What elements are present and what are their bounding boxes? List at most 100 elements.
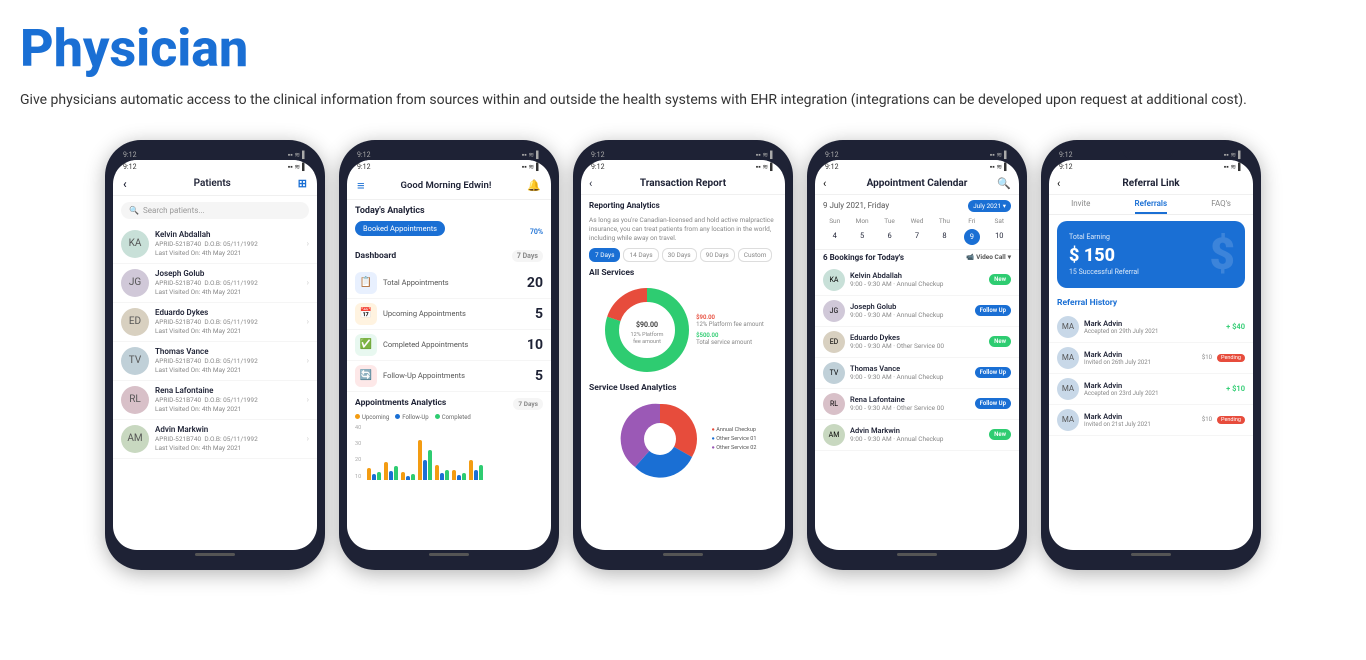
ref-tab-faqs[interactable]: FAQ's	[1211, 199, 1231, 214]
menu-icon-2[interactable]: ≡	[357, 178, 365, 194]
patient-item-2[interactable]: ED Eduardo Dykes APRID-521B740 D.O.B: 05…	[113, 303, 317, 342]
cal-day-10[interactable]: 10	[986, 229, 1013, 245]
patient-details-0: APRID-521B740 D.O.B: 05/11/1992	[155, 240, 301, 248]
referral-item-1[interactable]: MA Mark Advin Invited on 26th July 2021 …	[1049, 343, 1253, 374]
dashboard-text: Dashboard	[355, 251, 396, 261]
pie-legend: ● Annual Checkup ● Other Service 01 ● Ot…	[712, 427, 757, 451]
transaction-title: Transaction Report	[640, 178, 726, 189]
filter-14days[interactable]: 14 Days	[623, 248, 658, 262]
bar-followup-3	[423, 460, 427, 480]
screen-transaction: 9:12 ▪▪ ≋ ▌ ‹ Transaction Report Reporti…	[581, 160, 785, 550]
pie-legend-other2: ● Other Service 02	[712, 445, 757, 451]
day-wed: Wed	[903, 217, 930, 225]
booked-tab[interactable]: Booked Appointments	[355, 221, 445, 236]
patient-details-2: APRID-521B740 D.O.B: 05/11/1992	[155, 318, 301, 326]
avatar-5: AM	[121, 425, 149, 453]
phone-transaction: 9:12 ▪▪ ≋ ▌ 9:12 ▪▪ ≋ ▌ ‹ Transaction Re…	[573, 140, 793, 570]
referral-subtitle: 15 Successful Referral	[1069, 268, 1139, 276]
ref-tab-invite[interactable]: Invite	[1071, 199, 1090, 214]
cal-month-btn[interactable]: July 2021 ▾	[968, 200, 1011, 212]
appt-analytics-title: Appointments Analytics 7 Days	[355, 398, 543, 410]
dollar-bg-icon: $	[1209, 228, 1235, 280]
referral-item-0[interactable]: MA Mark Advin Accepted on 29th July 2021…	[1049, 312, 1253, 343]
booking-item-5[interactable]: AM Advin Markwin 9:00 - 9:30 AM · Annual…	[815, 420, 1019, 451]
referral-item-3[interactable]: MA Mark Advin Invited on 21st July 2021 …	[1049, 405, 1253, 436]
back-icon-4[interactable]: ‹	[823, 177, 826, 190]
patient-item-5[interactable]: AM Advin Markwin APRID-521B740 D.O.B: 05…	[113, 420, 317, 459]
status-time-2: 9:12	[357, 151, 371, 159]
cal-day-6[interactable]: 6	[876, 229, 903, 245]
cal-days-header: Sun Mon Tue Wed Thu Fri Sat	[815, 215, 1019, 227]
patient-item-4[interactable]: RL Rena Lafontaine APRID-521B740 D.O.B: …	[113, 381, 317, 420]
ref-amount-0: + $40	[1226, 322, 1245, 331]
day-mon: Mon	[848, 217, 875, 225]
phone-notch-4	[889, 151, 939, 159]
signal-3: ▪▪ ≋ ▌	[756, 151, 775, 159]
booking-item-4[interactable]: RL Rena Lafontaine 9:00 - 9:30 AM · Othe…	[815, 389, 1019, 420]
bar-followup-2	[406, 476, 410, 480]
booking-name-5: Advin Markwin	[850, 426, 984, 435]
filter-tabs: 7 Days 14 Days 30 Days 90 Days Custom	[581, 248, 785, 268]
booking-item-2[interactable]: ED Eduardo Dykes 9:00 - 9:30 AM · Other …	[815, 327, 1019, 358]
search-icon-4[interactable]: 🔍	[997, 177, 1011, 190]
back-icon-1[interactable]: ‹	[123, 177, 127, 191]
cal-day-7[interactable]: 7	[903, 229, 930, 245]
patient-info-5: Advin Markwin APRID-521B740 D.O.B: 05/11…	[155, 425, 301, 452]
ref-name-3: Mark Advin	[1084, 412, 1197, 421]
analytics-section: Today's Analytics Booked Appointments 70…	[347, 200, 551, 250]
patients-header: ‹ Patients ⊞	[113, 173, 317, 196]
screen-patients: 9:12 ▪▪ ≋ ▌ ‹ Patients ⊞ 🔍 Search patien…	[113, 160, 317, 550]
ref-name-0: Mark Advin	[1084, 319, 1221, 328]
patient-item-3[interactable]: TV Thomas Vance APRID-521B740 D.O.B: 05/…	[113, 342, 317, 381]
ref-info-0: Mark Advin Accepted on 29th July 2021	[1084, 319, 1221, 335]
booking-item-3[interactable]: TV Thomas Vance 9:00 - 9:30 AM · Annual …	[815, 358, 1019, 389]
booking-time-0: 9:00 - 9:30 AM · Annual Checkup	[850, 280, 984, 288]
pie-chart: ● Annual Checkup ● Other Service 01 ● Ot…	[581, 399, 785, 479]
bar-upcoming-6	[469, 460, 473, 480]
patient-info-0: Kelvin Abdallah APRID-521B740 D.O.B: 05/…	[155, 230, 301, 257]
grid-icon-1[interactable]: ⊞	[298, 177, 307, 190]
time-1: 9:12	[123, 163, 137, 171]
patient-last-3: Last Visited On: 4th May 2021	[155, 366, 301, 374]
dashboard-days[interactable]: 7 Days	[512, 250, 543, 262]
back-icon-5[interactable]: ‹	[1057, 177, 1060, 190]
ref-badge-pending-1: Pending	[1217, 354, 1245, 362]
metric-icon-completed: ✅	[355, 334, 377, 356]
bar-upcoming-2	[401, 472, 405, 480]
video-call-btn[interactable]: 📹 Video Call ▾	[966, 253, 1011, 261]
cal-day-4[interactable]: 4	[821, 229, 848, 245]
day-sun: Sun	[821, 217, 848, 225]
filter-custom[interactable]: Custom	[738, 248, 773, 262]
back-icon-3[interactable]: ‹	[589, 177, 592, 190]
filter-90days[interactable]: 90 Days	[700, 248, 735, 262]
ref-tab-referrals[interactable]: Referrals	[1135, 199, 1168, 214]
booking-item-0[interactable]: KA Kelvin Abdallah 9:00 - 9:30 AM · Annu…	[815, 265, 1019, 296]
signal-4: ▪▪ ≋ ▌	[990, 151, 1009, 159]
patient-name-2: Eduardo Dykes	[155, 308, 301, 317]
booking-time-3: 9:00 - 9:30 AM · Annual Checkup	[850, 373, 970, 381]
referral-item-2[interactable]: MA Mark Advin Accepted on 23rd July 2021…	[1049, 374, 1253, 405]
cal-day-9-today[interactable]: 9	[964, 229, 980, 245]
booked-pct: 70%	[530, 228, 543, 236]
dashboard-top-header: ≡ Good Morning Edwin! 🔔	[347, 173, 551, 200]
bell-icon-2[interactable]: 🔔	[527, 179, 541, 192]
metric-followup: 🔄 Follow-Up Appointments 5	[347, 361, 551, 392]
bar-upcoming-1	[384, 462, 388, 480]
booking-item-1[interactable]: JG Joseph Golub 9:00 - 9:30 AM · Annual …	[815, 296, 1019, 327]
patient-item-0[interactable]: KA Kelvin Abdallah APRID-521B740 D.O.B: …	[113, 225, 317, 264]
calendar-header: ‹ Appointment Calendar 🔍	[815, 173, 1019, 195]
phone-bottom-5	[1049, 550, 1253, 560]
cal-day-5[interactable]: 5	[848, 229, 875, 245]
svg-text:$90.00: $90.00	[636, 321, 658, 329]
cal-day-8[interactable]: 8	[931, 229, 958, 245]
patient-item-1[interactable]: JG Joseph Golub APRID-521B740 D.O.B: 05/…	[113, 264, 317, 303]
booking-avatar-1: JG	[823, 300, 845, 322]
filter-7days[interactable]: 7 Days	[589, 248, 620, 262]
filter-30days[interactable]: 30 Days	[662, 248, 697, 262]
phone-bottom-4	[815, 550, 1019, 560]
phone-notch-2	[421, 151, 471, 159]
patient-search-bar[interactable]: 🔍 Search patients...	[121, 202, 309, 219]
day-thu: Thu	[931, 217, 958, 225]
ref-date-0: Accepted on 29th July 2021	[1084, 328, 1221, 335]
analytics-days: 7 Days	[513, 398, 543, 410]
